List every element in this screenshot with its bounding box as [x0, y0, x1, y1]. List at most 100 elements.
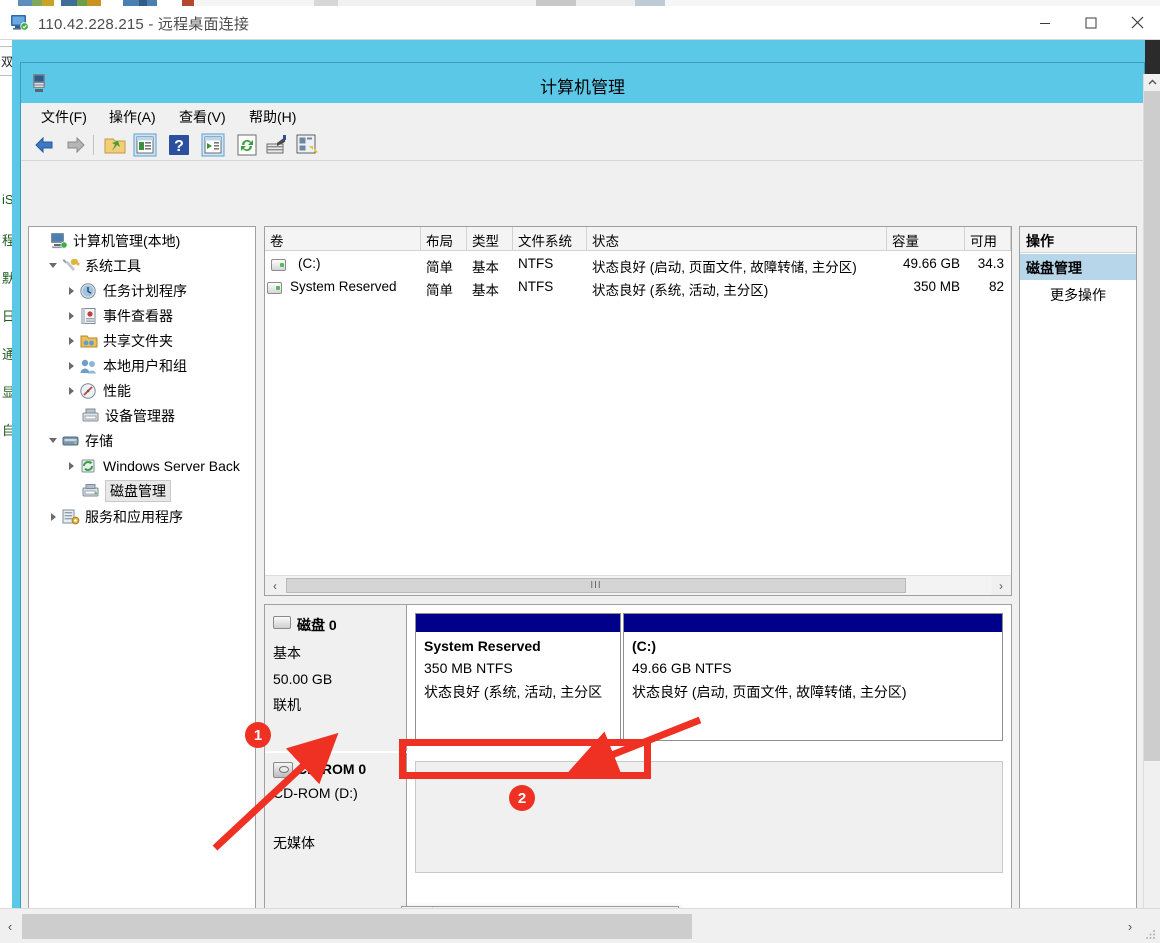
menu-action[interactable]: 操作(A)	[103, 106, 162, 126]
refresh-icon[interactable]	[235, 133, 259, 157]
tree-item-services-and-applications[interactable]: 服务和应用程序	[47, 505, 183, 529]
column-header-capacity[interactable]: 容量	[887, 227, 965, 251]
cell-filesystem: NTFS	[513, 277, 587, 300]
minimize-button[interactable]	[1022, 6, 1068, 39]
tree-item-label: 本地用户和组	[103, 356, 187, 376]
actions-more-actions[interactable]: 更多操作	[1020, 282, 1136, 306]
scroll-right-button[interactable]: ›	[991, 576, 1011, 595]
disk-management-center-pane: 卷 布局 类型 文件系统 状态 容量 可用 (C:) 简单 基本	[264, 226, 1012, 908]
column-header-status[interactable]: 状态	[587, 227, 887, 251]
maximize-icon	[1085, 17, 1097, 29]
disk0-header[interactable]: 磁盘 0 基本 50.00 GB 联机	[265, 605, 407, 751]
expander-icon[interactable]	[47, 429, 61, 453]
menu-file[interactable]: 文件(F)	[35, 106, 93, 126]
tree-item-event-viewer[interactable]: 事件查看器	[65, 304, 173, 328]
table-row[interactable]: System Reserved 简单 基本 NTFS 状态良好 (系统, 活动,…	[265, 277, 1011, 300]
back-icon[interactable]	[33, 133, 57, 157]
column-header-filesystem[interactable]: 文件系统	[513, 227, 587, 251]
expander-icon[interactable]	[65, 454, 79, 478]
partition-size-fs: 350 MB NTFS	[424, 660, 612, 676]
cdrom0-title: CD-ROM 0	[297, 761, 398, 777]
cdrom0-drive: CD-ROM (D:)	[273, 785, 398, 801]
scroll-left-button[interactable]: ‹	[0, 909, 20, 943]
rescan-disks-icon[interactable]	[295, 133, 319, 157]
maximize-button[interactable]	[1068, 6, 1114, 39]
tree-item-local-users-groups[interactable]: 本地用户和组	[65, 354, 187, 378]
tree-item-label: 系统工具	[85, 256, 141, 276]
scroll-thumb[interactable]	[22, 914, 692, 939]
expander-icon[interactable]	[47, 254, 61, 278]
rdp-titlebar: 110.42.228.215 - 远程桌面连接	[0, 6, 1160, 40]
computer-icon	[49, 232, 69, 250]
column-header-volume[interactable]: 卷	[265, 227, 421, 251]
tree-item-device-manager[interactable]: 设备管理器	[81, 404, 175, 428]
cell-type: 基本	[467, 254, 513, 277]
actions-pane-selected-node[interactable]: 磁盘管理	[1020, 254, 1136, 280]
tree-item-windows-server-backup[interactable]: Windows Server Back	[65, 454, 240, 478]
cdrom0-header[interactable]: CD-ROM 0 CD-ROM (D:) 无媒体	[265, 753, 407, 908]
tools-icon	[61, 257, 81, 275]
help-icon[interactable]: ?	[167, 133, 191, 157]
up-folder-icon[interactable]	[103, 133, 127, 157]
session-horizontal-scrollbar[interactable]: ‹ ›	[0, 908, 1160, 943]
cell-type: 基本	[467, 277, 513, 300]
expander-icon[interactable]	[47, 505, 61, 529]
tree-item-label: 存储	[85, 431, 113, 451]
session-vertical-scrollbar[interactable]	[1143, 74, 1160, 908]
remote-desktop-icon	[10, 13, 30, 33]
expander-icon[interactable]	[65, 329, 79, 353]
tree-item-performance[interactable]: 性能	[65, 379, 131, 403]
resize-grip-icon[interactable]	[1145, 928, 1157, 940]
cdrom-icon	[273, 762, 293, 778]
cell-capacity: 49.66 GB	[885, 254, 965, 277]
tree-item-storage[interactable]: 存储	[47, 429, 113, 453]
menu-help[interactable]: 帮助(H)	[243, 106, 302, 126]
partition-status: 状态良好 (系统, 活动, 主分区	[424, 682, 612, 702]
tree-item-task-scheduler[interactable]: 任务计划程序	[65, 279, 187, 303]
volume-list-horizontal-scrollbar[interactable]: ‹ III ›	[265, 575, 1011, 595]
close-button[interactable]	[1114, 6, 1160, 39]
column-header-free[interactable]: 可用	[965, 227, 1011, 251]
tree-item-disk-management[interactable]: 磁盘管理	[81, 479, 171, 503]
disk-management-icon	[81, 482, 101, 500]
disk0-title: 磁盘 0	[297, 615, 398, 635]
column-header-type[interactable]: 类型	[467, 227, 513, 251]
event-viewer-icon	[79, 307, 99, 325]
tree-item-computer-management[interactable]: 计算机管理(本地)	[35, 229, 180, 253]
export-list-icon[interactable]	[265, 133, 289, 157]
menu-view[interactable]: 查看(V)	[173, 106, 232, 126]
partition-system-reserved[interactable]: System Reserved 350 MB NTFS 状态良好 (系统, 活动…	[415, 613, 621, 741]
forward-icon[interactable]	[63, 133, 87, 157]
storage-icon	[61, 432, 81, 450]
scroll-left-button[interactable]: ‹	[265, 576, 285, 595]
disk0-size: 50.00 GB	[273, 671, 398, 687]
cell-volume-name: (C:)	[293, 254, 421, 277]
cell-layout: 简单	[421, 254, 467, 277]
cell-status: 状态良好 (系统, 活动, 主分区)	[587, 277, 889, 300]
tree-item-shared-folders[interactable]: 共享文件夹	[65, 329, 173, 353]
scroll-thumb[interactable]	[1144, 91, 1160, 761]
mmc-title-text: 计算机管理	[21, 73, 1144, 98]
partition-details: (C:) 49.66 GB NTFS 状态良好 (启动, 页面文件, 故障转储,…	[624, 632, 1002, 740]
partition-c[interactable]: (C:) 49.66 GB NTFS 状态良好 (启动, 页面文件, 故障转储,…	[623, 613, 1003, 741]
column-header-layout[interactable]: 布局	[421, 227, 467, 251]
scroll-thumb[interactable]: III	[286, 578, 906, 593]
cell-layout: 简单	[421, 277, 467, 300]
scroll-up-button[interactable]	[1144, 74, 1160, 91]
expander-icon[interactable]	[65, 279, 79, 303]
annotation-badge-2: 2	[509, 785, 535, 811]
table-row[interactable]: (C:) 简单 基本 NTFS 状态良好 (启动, 页面文件, 故障转储, 主分…	[265, 254, 1011, 277]
tree-item-label: 设备管理器	[105, 406, 175, 426]
scroll-right-button[interactable]: ›	[1120, 909, 1140, 943]
mmc-menubar: 文件(F) 操作(A) 查看(V) 帮助(H)	[21, 103, 1144, 129]
svg-text:?: ?	[174, 138, 184, 155]
show-hide-action-pane-icon[interactable]	[201, 133, 225, 157]
disk-icon	[273, 616, 291, 629]
expander-icon[interactable]	[65, 379, 79, 403]
tree-item-system-tools[interactable]: 系统工具	[47, 254, 141, 278]
expander-icon[interactable]	[65, 354, 79, 378]
partition-color-bar	[416, 614, 620, 632]
expander-icon[interactable]	[65, 304, 79, 328]
show-hide-tree-icon[interactable]	[133, 133, 157, 157]
partition-name: (C:)	[632, 638, 994, 654]
